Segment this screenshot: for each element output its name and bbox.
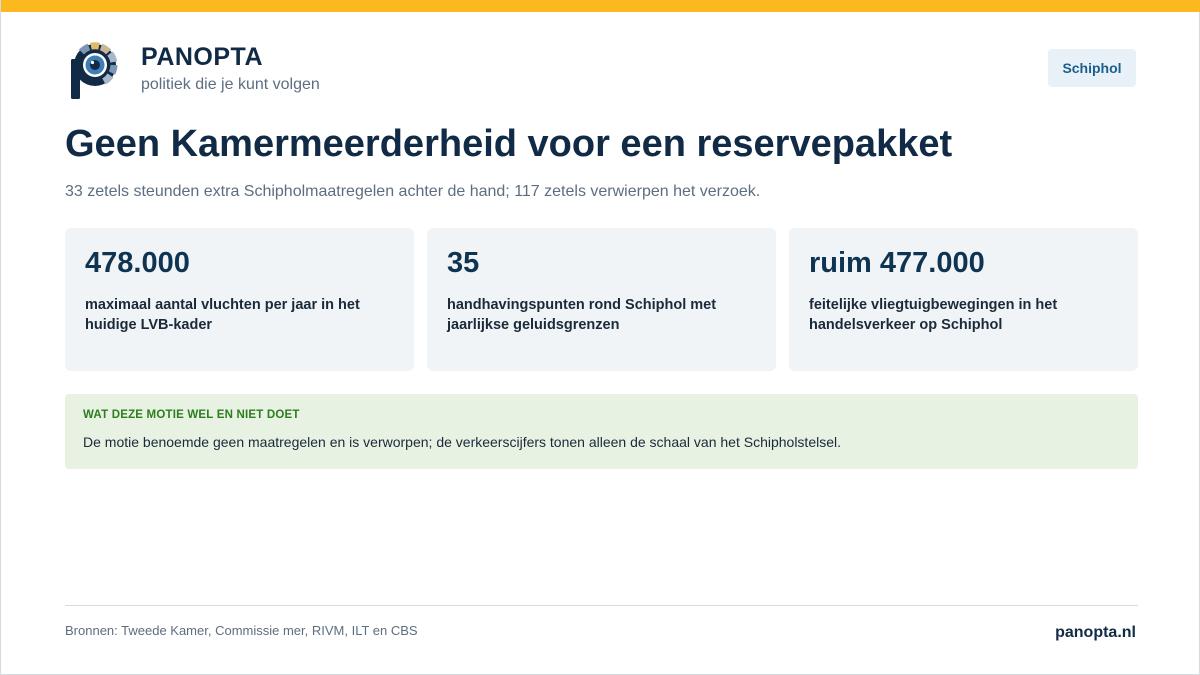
subheadline: 33 zetels steunden extra Schipholmaatreg… [65,183,761,200]
share-card: PANOPTA politiek die je kunt volgen Schi… [0,0,1200,675]
stat-cards: 478.000 maximaal aantal vluchten per jaa… [65,228,1138,371]
stat-card: ruim 477.000 feitelijke vliegtuigbewegin… [789,228,1138,371]
stat-card: 35 handhavingspunten rond Schiphol met j… [427,228,776,371]
headline: Geen Kamermeerderheid voor een reservepa… [65,123,953,165]
footer-divider [65,605,1138,606]
site-link[interactable]: panopta.nl [1055,623,1136,643]
note-text: De motie benoemde geen maatregelen en is… [83,434,842,450]
brand: PANOPTA politiek die je kunt volgen [69,42,320,100]
brand-tagline: politiek die je kunt volgen [141,76,320,93]
topic-tag[interactable]: Schiphol [1048,49,1136,87]
stat-label: maximaal aantal vluchten per jaar in het… [85,297,360,333]
stat-value: 35 [447,247,480,279]
sources-text: Bronnen: Tweede Kamer, Commissie mer, RI… [65,623,418,638]
panopta-logo-icon [71,42,118,99]
stat-value: ruim 477.000 [809,247,985,279]
stat-card: 478.000 maximaal aantal vluchten per jaa… [65,228,414,371]
stat-label: feitelijke vliegtuigbewegingen in het ha… [809,297,1058,333]
stat-label: handhavingspunten rond Schiphol met jaar… [447,297,717,333]
brand-name: PANOPTA [141,43,264,71]
accent-bar [1,0,1200,12]
motion-note: WAT DEZE MOTIE WEL EN NIET DOET De motie… [65,394,1138,469]
note-title: WAT DEZE MOTIE WEL EN NIET DOET [83,409,300,421]
stat-value: 478.000 [85,247,190,279]
